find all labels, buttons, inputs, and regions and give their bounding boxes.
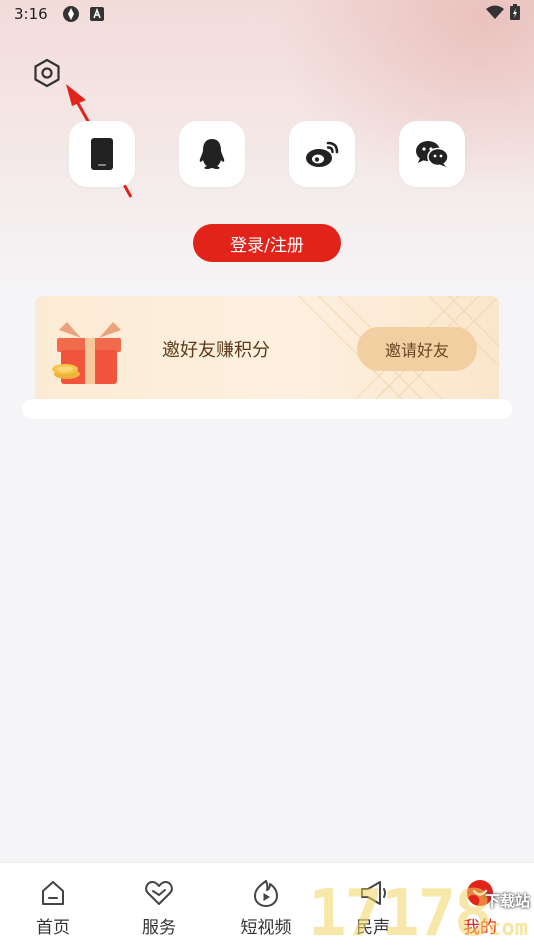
sync-icon [62, 5, 80, 23]
content-card-top [22, 399, 512, 419]
gift-box-icon [52, 322, 121, 384]
tab-voice[interactable]: 民声 [320, 863, 426, 950]
wechat-icon [416, 141, 449, 167]
settings-hexagon-icon [34, 58, 60, 88]
keyboard-indicator-icon [89, 7, 104, 21]
tab-home[interactable]: 首页 [0, 863, 106, 950]
status-time: 3:16 [14, 5, 48, 23]
qq-icon [199, 139, 225, 169]
megaphone-icon [361, 881, 386, 905]
tab-service[interactable]: 服务 [106, 863, 212, 950]
tab-home-label: 首页 [36, 918, 70, 938]
login-qq-button[interactable] [179, 121, 245, 187]
login-wechat-button[interactable] [399, 121, 465, 187]
tab-voice-label: 民声 [356, 918, 390, 938]
tab-short-video[interactable]: 短视频 [213, 863, 319, 950]
weibo-icon [306, 141, 339, 167]
invite-friends-card[interactable]: 邀好友赚积分 邀请好友 [35, 296, 499, 400]
tab-service-label: 服务 [142, 918, 176, 938]
wifi-icon [486, 5, 504, 23]
tab-profile[interactable]: 我的 [427, 863, 533, 950]
battery-icon [510, 4, 520, 24]
invite-friends-button[interactable]: 邀请好友 [357, 327, 477, 371]
home-icon [42, 881, 64, 905]
video-icon [254, 880, 278, 907]
status-bar: 3:16 [0, 0, 534, 28]
tab-short-video-label: 短视频 [240, 918, 292, 938]
login-methods [0, 121, 534, 187]
login-phone-button[interactable] [69, 121, 135, 187]
login-weibo-button[interactable] [289, 121, 355, 187]
tab-profile-label: 我的 [463, 918, 497, 938]
login-register-button[interactable]: 登录/注册 [193, 224, 341, 262]
invite-friends-text: 邀好友赚积分 [162, 340, 270, 361]
service-icon [145, 881, 173, 905]
settings-button[interactable] [30, 56, 64, 90]
profile-icon [467, 880, 493, 906]
bottom-tab-bar: 首页 服务 短视频 民声 我的 [0, 862, 534, 950]
phone-icon [91, 138, 113, 170]
